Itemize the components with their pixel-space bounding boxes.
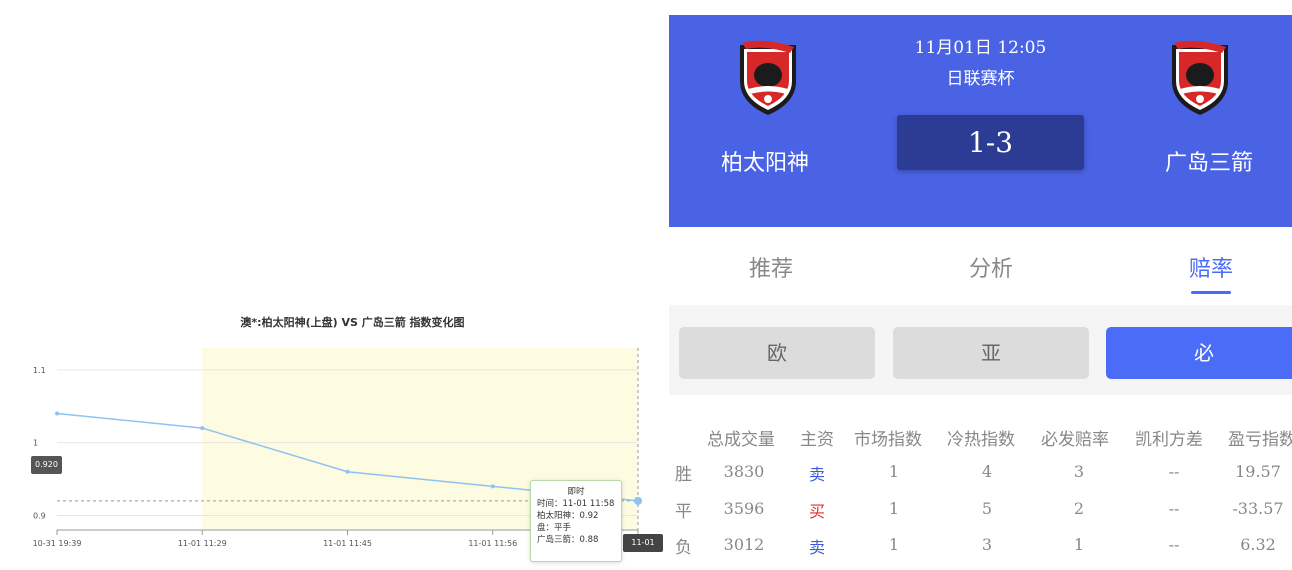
x-tick-label: 11-01 11:56: [468, 539, 517, 548]
y-tick-label: 0.9: [33, 511, 46, 520]
table-cell: 4: [981, 462, 993, 481]
tab-odds[interactable]: 赔率: [1151, 251, 1271, 283]
table-cell: 1: [888, 499, 900, 518]
row-label-draw: 平: [675, 502, 692, 522]
odds-chart: 澳*:柏太阳神(上盘) VS 广岛三箭 指数变化图 1.1 1 0.9 10-31 19…: [0, 0, 669, 570]
tooltip-title: 即时: [567, 487, 585, 497]
table-cell: 6.32: [1240, 535, 1276, 554]
table-cell: 卖: [808, 465, 825, 484]
tooltip-line: 时间：11-01 11:58: [537, 499, 615, 509]
crosshair-x-label: 11-01 11:58: [623, 534, 663, 565]
table-header: 必发赔率: [1041, 430, 1109, 450]
table-header: 凯利方差: [1135, 430, 1203, 450]
data-point: [490, 484, 495, 489]
table-cell: 1: [888, 535, 900, 554]
x-tick-label: 11-01 11:29: [178, 539, 227, 548]
y-tick-label: 1: [33, 439, 38, 448]
table-cell: 卖: [808, 538, 825, 557]
tab-analysis[interactable]: 分析: [931, 251, 1051, 283]
x-tick-label: 11-01 11:45: [323, 539, 372, 548]
match-score: 1-3: [897, 115, 1084, 170]
table-cell: 3830: [723, 462, 765, 481]
tab-recommend[interactable]: 推荐: [711, 251, 831, 283]
tooltip-line: 广岛三箭：0.88: [537, 535, 599, 545]
table-cell: -33.57: [1232, 499, 1284, 518]
data-point: [634, 496, 642, 505]
table-header: 市场指数: [854, 430, 922, 450]
tooltip-line: 柏太阳神：0.92: [537, 511, 599, 521]
subtab-asia[interactable]: 亚: [893, 327, 1089, 379]
match-league: 日联赛杯: [946, 69, 1015, 89]
table-cell: 3596: [723, 499, 765, 518]
subtab-europe[interactable]: 欧: [679, 327, 875, 379]
match-header: 11月01日 12:05 日联赛杯 1-3 柏太阳神 广岛三箭: [669, 15, 1292, 227]
row-label-win: 胜: [675, 465, 692, 485]
betfair-table: 总成交量 主资 市场指数 冷热指数 必发赔率 凯利方差 盈亏指数 胜 3830 …: [669, 395, 1292, 570]
table-header: 冷热指数: [947, 430, 1015, 450]
match-time: 11月01日 12:05: [914, 38, 1047, 58]
table-cell: 买: [808, 502, 825, 521]
table-header: 总成交量: [707, 430, 775, 450]
table-cell: 19.57: [1235, 462, 1281, 481]
table-cell: --: [1168, 535, 1180, 554]
data-point: [55, 411, 59, 416]
subtab-betfair[interactable]: 必: [1106, 327, 1292, 379]
crosshair-y-label: 0.920: [31, 456, 62, 474]
chart-tooltip: 即时 时间：11-01 11:58 柏太阳神：0.92 盘：平手 广岛三箭：0.…: [530, 480, 622, 562]
odds-type-tabs: 欧 亚 必: [669, 305, 1292, 395]
home-team-name[interactable]: 柏太阳神: [721, 145, 809, 177]
main-tabs: 推荐 分析 赔率: [669, 227, 1292, 306]
chart-title: 澳*:柏太阳神(上盘) VS 广岛三箭 指数变化图: [240, 315, 464, 329]
table-cell: --: [1168, 462, 1180, 481]
match-detail-panel: 11月01日 12:05 日联赛杯 1-3 柏太阳神 广岛三箭 推荐 分析 赔率…: [669, 15, 1292, 570]
active-tab-indicator: [1191, 291, 1231, 294]
table-cell: 3: [981, 535, 993, 554]
data-point: [345, 469, 350, 474]
table-cell: 3012: [723, 535, 765, 554]
table-header: 主资: [800, 430, 834, 450]
table-cell: 5: [981, 499, 993, 518]
table-header: 盈亏指数: [1228, 430, 1292, 450]
row-label-lose: 负: [675, 538, 692, 558]
table-cell: 1: [888, 462, 900, 481]
table-cell: --: [1168, 499, 1180, 518]
tooltip-line: 盘：平手: [537, 523, 572, 533]
table-cell: 1: [1073, 535, 1085, 554]
away-team-name[interactable]: 广岛三箭: [1165, 145, 1253, 177]
x-tick-label: 10-31 19:39: [33, 539, 82, 548]
data-point: [200, 426, 205, 431]
table-cell: 2: [1073, 499, 1085, 518]
table-cell: 3: [1073, 462, 1085, 481]
y-tick-label: 1.1: [33, 366, 46, 375]
